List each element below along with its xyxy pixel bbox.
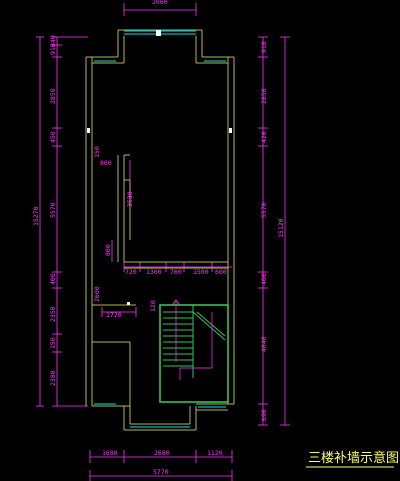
dim-left-7: 2350 bbox=[49, 306, 57, 322]
dim-right-2: 2850 bbox=[260, 88, 268, 104]
dim-left-2: 910 bbox=[49, 43, 57, 55]
dim-left-5: 5570 bbox=[49, 202, 57, 218]
dim-row-b: 1300 bbox=[146, 268, 162, 276]
dim-row-d: 1500 bbox=[193, 268, 209, 276]
dim-bottom-2: 2680 bbox=[154, 449, 170, 457]
dim-row-e: 600 bbox=[215, 268, 227, 276]
dim-interior-upper-small: 150 bbox=[93, 146, 101, 158]
dim-interior-wall-3530: 3530 bbox=[126, 191, 134, 207]
dim-mid-2600: 2600 bbox=[93, 286, 101, 302]
dim-top: 2060 bbox=[152, 0, 168, 6]
dim-left-6: 400 bbox=[49, 273, 57, 285]
dim-left-4: 450 bbox=[49, 131, 57, 143]
dim-right-7: 690 bbox=[260, 409, 268, 421]
dim-mid-120: 120 bbox=[149, 300, 157, 312]
dim-left-8: 150 bbox=[49, 337, 57, 349]
dim-right-outer: 15120 bbox=[277, 218, 285, 238]
dim-left-outer: 15270 bbox=[32, 206, 40, 226]
dim-left-9: 2380 bbox=[49, 370, 57, 386]
dim-row-a: 720 bbox=[125, 268, 137, 276]
dim-right-6: 4040 bbox=[260, 336, 268, 352]
dim-right-1: 910 bbox=[260, 41, 268, 53]
drawing-title: 三楼补墙示意图 bbox=[308, 450, 399, 466]
dim-interior-side-800: 800 bbox=[100, 159, 112, 167]
dim-right-5: 400 bbox=[260, 273, 268, 285]
dim-bottom-1: 1680 bbox=[102, 449, 118, 457]
dim-bottom-total: 5770 bbox=[153, 468, 169, 476]
floor-plan-drawing: 2060 15270 240 910 2850 450 5570 400 235… bbox=[0, 0, 400, 481]
drawing-background bbox=[0, 0, 400, 481]
dim-mid-1720: 1720 bbox=[106, 311, 122, 319]
dim-right-4: 5570 bbox=[260, 202, 268, 218]
dim-left-3: 2850 bbox=[49, 88, 57, 104]
dim-interior-wall-800b: 800 bbox=[104, 244, 112, 256]
dim-bottom-3: 1120 bbox=[207, 449, 223, 457]
dim-row-c: 760 bbox=[170, 268, 182, 276]
dim-right-3: 420 bbox=[260, 131, 268, 143]
